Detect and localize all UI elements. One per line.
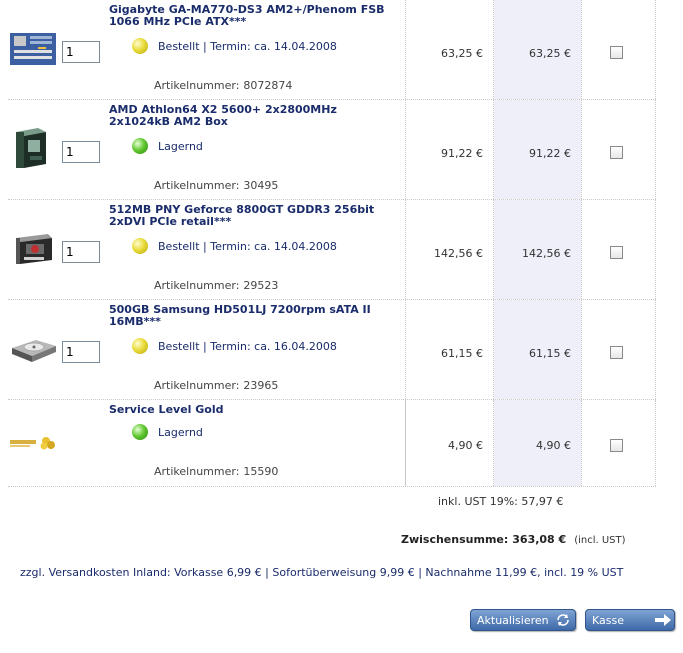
hard-drive-icon[interactable] (8, 332, 58, 366)
status-text: Bestellt | Termin: ca. 14.04.2008 (158, 40, 337, 53)
status-green-icon (132, 138, 148, 154)
remove-checkbox[interactable] (610, 439, 623, 452)
article-number-label: Artikelnummer: (154, 79, 240, 92)
product-title[interactable]: 512MB PNY Geforce 8800GT GDDR3 256bit 2x… (109, 204, 399, 228)
product-title[interactable]: 500GB Samsung HD501LJ 7200rpm sATA II 16… (109, 304, 399, 328)
article-number-label: Artikelnummer: (154, 179, 240, 192)
update-button-label: Aktualisieren (477, 614, 549, 627)
article-number-label: Artikelnummer: (154, 379, 240, 392)
status-text: Lagernd (158, 426, 203, 439)
line-total: 142,56 € (522, 247, 571, 260)
product-title[interactable]: AMD Athlon64 X2 5600+ 2x2800MHz 2x1024kB… (109, 104, 399, 128)
article-number: Artikelnummer: 30495 (154, 179, 278, 192)
cart-row: 512MB PNY Geforce 8800GT GDDR3 256bit 2x… (8, 200, 656, 300)
column-divider (655, 200, 656, 299)
column-divider (581, 0, 582, 99)
unit-price: 142,56 € (434, 247, 483, 260)
service-gold-icon[interactable] (8, 432, 58, 466)
article-number: Artikelnummer: 23965 (154, 379, 278, 392)
subtotal-label: Zwischensumme: (401, 533, 509, 546)
line-total: 91,22 € (529, 147, 571, 160)
cart-row: 500GB Samsung HD501LJ 7200rpm sATA II 16… (8, 300, 656, 400)
quantity-input[interactable] (62, 241, 100, 263)
line-total: 4,90 € (536, 439, 571, 452)
update-button[interactable]: Aktualisieren (470, 609, 576, 631)
quantity-input[interactable] (62, 41, 100, 63)
unit-price: 4,90 € (448, 439, 483, 452)
article-number: Artikelnummer: 15590 (154, 465, 278, 478)
column-divider (655, 400, 656, 486)
status-text: Bestellt | Termin: ca. 14.04.2008 (158, 240, 337, 253)
line-total: 63,25 € (529, 47, 571, 60)
unit-price: 91,22 € (441, 147, 483, 160)
product-title[interactable]: Gigabyte GA-MA770-DS3 AM2+/Phenom FSB 10… (109, 4, 399, 28)
cart-row: AMD Athlon64 X2 5600+ 2x2800MHz 2x1024kB… (8, 100, 656, 200)
status-yellow-icon (132, 238, 148, 254)
column-divider (581, 300, 582, 399)
checkout-button-label: Kasse (592, 614, 624, 627)
cart-row: Gigabyte GA-MA770-DS3 AM2+/Phenom FSB 10… (8, 0, 656, 100)
article-number-value: 30495 (243, 179, 279, 192)
cpu-box-icon[interactable] (8, 128, 58, 168)
checkout-button[interactable]: Kasse (585, 609, 675, 631)
motherboard-icon[interactable] (8, 32, 58, 66)
remove-checkbox[interactable] (610, 346, 623, 359)
remove-checkbox[interactable] (610, 146, 623, 159)
shipping-costs-text: zzgl. Versandkosten Inland: Vorkasse 6,9… (20, 566, 624, 579)
article-number-value: 8072874 (243, 79, 293, 92)
column-divider (581, 100, 582, 199)
article-number: Artikelnummer: 29523 (154, 279, 278, 292)
column-divider (581, 200, 582, 299)
quantity-input[interactable] (62, 341, 100, 363)
unit-price: 63,25 € (441, 47, 483, 60)
unit-price: 61,15 € (441, 347, 483, 360)
line-total: 61,15 € (529, 347, 571, 360)
status-text: Bestellt | Termin: ca. 16.04.2008 (158, 340, 337, 353)
arrow-right-icon (654, 613, 671, 627)
status-yellow-icon (132, 38, 148, 54)
status-text: Lagernd (158, 140, 203, 153)
graphics-card-box-icon[interactable] (8, 232, 58, 266)
column-divider (655, 100, 656, 199)
article-number-label: Artikelnummer: (154, 279, 240, 292)
remove-checkbox[interactable] (610, 246, 623, 259)
vat-included-text: inkl. UST 19%: 57,97 € (438, 495, 564, 508)
column-divider (581, 400, 582, 486)
status-green-icon (132, 424, 148, 440)
article-number-label: Artikelnummer: (154, 465, 240, 478)
subtotal-value: 363,08 € (512, 533, 567, 546)
article-number-value: 15590 (243, 465, 279, 478)
article-number: Artikelnummer: 8072874 (154, 79, 292, 92)
subtotal: Zwischensumme: 363,08 € (incl. UST) (401, 533, 626, 546)
product-title[interactable]: Service Level Gold (109, 404, 399, 416)
article-number-value: 29523 (243, 279, 279, 292)
remove-checkbox[interactable] (610, 46, 623, 59)
refresh-icon (555, 613, 571, 627)
article-number-value: 23965 (243, 379, 279, 392)
column-divider (655, 0, 656, 99)
status-yellow-icon (132, 338, 148, 354)
cart-row: Service Level Gold Lagernd Artikelnummer… (8, 400, 656, 487)
column-divider (655, 300, 656, 399)
cart-table: Gigabyte GA-MA770-DS3 AM2+/Phenom FSB 10… (8, 0, 656, 487)
quantity-input[interactable] (62, 141, 100, 163)
subtotal-note: (incl. UST) (574, 535, 626, 546)
